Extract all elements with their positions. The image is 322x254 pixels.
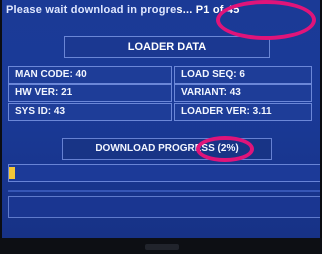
percent-highlight-circle	[196, 136, 254, 162]
download-progress-bar	[8, 164, 320, 182]
load-seq-field: LOAD SEQ: 6	[174, 66, 312, 84]
page-counter-highlight-circle	[216, 0, 316, 40]
download-progress-fill	[9, 167, 15, 179]
variant-field: VARIANT: 43	[174, 84, 312, 102]
hw-ver-field: HW VER: 21	[8, 84, 172, 102]
loader-data-title: LOADER DATA	[64, 36, 270, 58]
monitor-logo	[145, 244, 179, 250]
man-code-field: MAN CODE: 40	[8, 66, 172, 84]
sys-id-field: SYS ID: 43	[8, 103, 172, 121]
empty-panel	[8, 196, 320, 218]
loader-ver-field: LOADER VER: 3.11	[174, 103, 312, 121]
divider	[8, 190, 320, 192]
status-message: Please wait download in progre	[6, 4, 177, 16]
